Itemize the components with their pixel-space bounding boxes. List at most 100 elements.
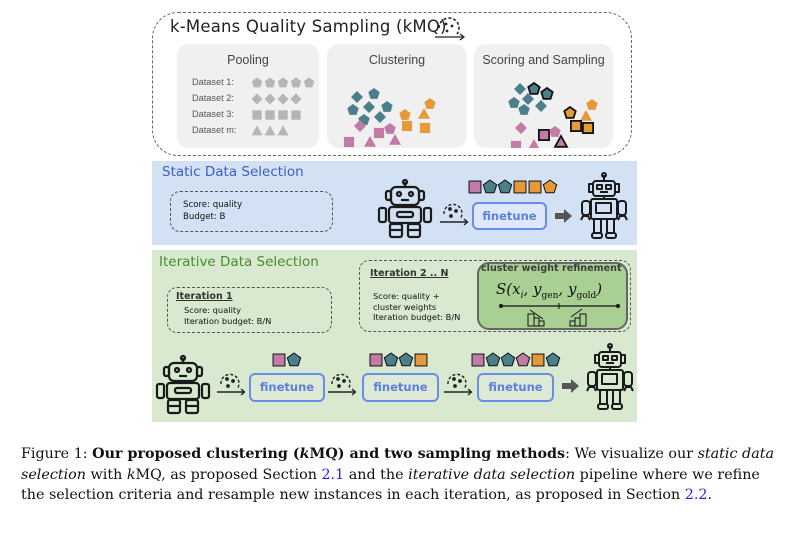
triangle-marker bbox=[264, 125, 276, 136]
arrow-right-icon bbox=[555, 209, 572, 223]
caption-text: MQ, as proposed Section bbox=[135, 466, 322, 483]
finetune-button[interactable]: finetune bbox=[362, 373, 439, 402]
dataset-label: Dataset m: bbox=[192, 125, 237, 135]
caption-prefix: Figure 1: bbox=[21, 446, 93, 462]
finetune-button[interactable]: finetune bbox=[249, 373, 325, 402]
pentagon-marker bbox=[384, 123, 396, 134]
pentagon-marker bbox=[383, 352, 399, 367]
iterative-title: Iterative Data Selection bbox=[159, 254, 319, 270]
square-marker bbox=[582, 122, 595, 135]
refinement-title: cluster weight refinement bbox=[481, 263, 622, 274]
pentagon-marker bbox=[424, 98, 436, 109]
square-marker bbox=[291, 110, 301, 120]
pentagon-marker bbox=[518, 104, 530, 115]
pentagon-marker bbox=[399, 109, 411, 120]
square-marker bbox=[278, 110, 288, 120]
iteration-n-score: Score: quality + bbox=[373, 291, 440, 301]
diamond-marker bbox=[515, 122, 527, 134]
square-marker bbox=[468, 180, 482, 194]
cluster-scatter bbox=[343, 88, 436, 148]
diamond-marker bbox=[514, 83, 526, 95]
clustering-card: Clustering bbox=[327, 44, 467, 148]
iteration-n-heading: Iteration 2 .. N bbox=[370, 268, 449, 279]
section-link[interactable]: 2.2 bbox=[685, 487, 708, 503]
pooling-card: Pooling Dataset 1: Dataset 2: Dataset 3:… bbox=[177, 44, 319, 148]
caption-bold-k: k bbox=[299, 446, 310, 462]
caption-text: with bbox=[85, 466, 127, 483]
figure-caption: Figure 1: Our proposed clustering (kMQ) … bbox=[21, 444, 781, 506]
score-formula: S(xi, ygen, ygold) bbox=[496, 280, 603, 301]
sample-batch bbox=[272, 352, 302, 367]
triangle-marker bbox=[251, 125, 263, 136]
square-marker bbox=[419, 122, 431, 134]
triangle-marker bbox=[553, 134, 569, 148]
square-marker bbox=[531, 353, 545, 367]
formula-x: x bbox=[512, 280, 521, 298]
scoring-card: Scoring and Sampling bbox=[474, 44, 613, 148]
square-marker bbox=[513, 180, 527, 194]
pentagon-marker bbox=[264, 77, 276, 88]
square-marker bbox=[528, 180, 542, 194]
diamond-marker bbox=[264, 93, 276, 105]
pentagon-marker bbox=[515, 352, 531, 367]
square-marker bbox=[401, 120, 413, 132]
pentagon-marker bbox=[277, 77, 289, 88]
cluster-cycle-icon bbox=[444, 373, 473, 396]
diamond-marker bbox=[374, 111, 386, 123]
pentagon-marker bbox=[500, 352, 516, 367]
square-marker bbox=[471, 353, 485, 367]
caption-italic-k: k bbox=[126, 466, 136, 483]
arrow-right-icon bbox=[562, 379, 579, 393]
pentagon-marker bbox=[290, 77, 302, 88]
square-marker bbox=[414, 353, 428, 367]
square-marker bbox=[272, 353, 286, 367]
finetune-button[interactable]: finetune bbox=[472, 202, 547, 230]
pentagon-marker bbox=[347, 104, 359, 115]
formula-close: ) bbox=[596, 280, 603, 298]
triangle-marker bbox=[277, 125, 289, 136]
selected-samples bbox=[470, 352, 570, 368]
dataset-label: Dataset 1: bbox=[192, 77, 234, 87]
formula-s: S( bbox=[496, 280, 513, 298]
formula-gold: gold bbox=[576, 291, 597, 301]
pentagon-marker bbox=[368, 88, 380, 99]
pentagon-marker bbox=[542, 179, 558, 194]
triangle-marker bbox=[580, 110, 592, 121]
robot-base-icon bbox=[377, 178, 433, 239]
sample-batch bbox=[369, 352, 428, 367]
sample-batch bbox=[471, 352, 561, 367]
pentagon-marker bbox=[527, 81, 541, 95]
triangle-marker bbox=[418, 108, 430, 119]
pentagon-marker bbox=[586, 99, 598, 110]
pentagon-marker bbox=[549, 126, 561, 137]
decrease-bars-icon bbox=[527, 309, 545, 327]
robot-base-icon bbox=[155, 354, 211, 415]
pentagon-marker bbox=[286, 352, 302, 367]
square-marker bbox=[252, 110, 262, 120]
finetune-button[interactable]: finetune bbox=[477, 373, 554, 402]
iteration-n-budget: Iteration budget: B/N bbox=[373, 312, 461, 322]
dataset-label: Dataset 3: bbox=[192, 109, 234, 119]
dataset-shapes bbox=[251, 77, 315, 136]
pentagon-marker bbox=[303, 77, 315, 88]
section-link[interactable]: 2.1 bbox=[321, 467, 344, 483]
robot-finetuned-icon bbox=[580, 172, 628, 239]
increase-bars-icon bbox=[569, 308, 587, 327]
iteration-1-heading: Iteration 1 bbox=[176, 291, 233, 302]
cluster-cycle-icon bbox=[328, 373, 357, 396]
pentagon-marker bbox=[508, 97, 520, 108]
caption-text: . bbox=[707, 487, 713, 503]
robot-finetuned-icon bbox=[586, 343, 634, 410]
iteration-1-box: Iteration 1 Score: quality Iteration bud… bbox=[167, 287, 332, 333]
weight-scale-icon bbox=[499, 303, 620, 327]
square-marker bbox=[369, 353, 383, 367]
pentagon-marker bbox=[381, 101, 393, 112]
square-marker bbox=[538, 129, 551, 142]
pooling-title: Pooling bbox=[227, 53, 269, 67]
caption-bold: Our proposed clustering ( bbox=[92, 446, 300, 462]
sample-batch bbox=[468, 179, 558, 194]
cluster-cycle-icon bbox=[435, 17, 465, 41]
pentagon-marker bbox=[545, 352, 561, 367]
square-marker bbox=[510, 140, 522, 148]
pentagon-marker bbox=[251, 77, 263, 88]
